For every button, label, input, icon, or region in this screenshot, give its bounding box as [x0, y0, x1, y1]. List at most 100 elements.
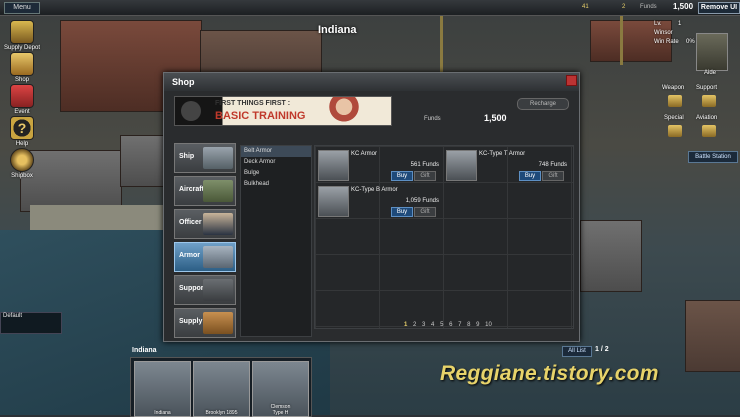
- fleet-bar: Indiana Brooklyn 1895 Clemson Type H: [130, 357, 312, 417]
- category-list: Ship Aircraft Officer Armor Support Supp…: [174, 143, 236, 338]
- basic-training-banner[interactable]: FIRST THINGS FIRST : BASIC TRAINING: [174, 96, 392, 126]
- page-link[interactable]: 9: [476, 322, 479, 328]
- item-name: KC Armor: [351, 151, 378, 157]
- category-aircraft[interactable]: Aircraft: [174, 176, 236, 206]
- support-label: Support: [696, 85, 718, 91]
- resource-counter: 2: [622, 4, 626, 10]
- event-button[interactable]: Event: [2, 84, 42, 115]
- category-supply[interactable]: Supply: [174, 308, 236, 338]
- category-officer[interactable]: Officer: [174, 209, 236, 239]
- page-link[interactable]: 3: [422, 322, 425, 328]
- page-link[interactable]: 6: [449, 322, 452, 328]
- battleship-icon: [203, 147, 233, 169]
- category-label: Armor: [179, 252, 201, 259]
- watermark-text: Reggiane.tistory.com: [440, 362, 659, 385]
- armor-icon: [203, 246, 233, 268]
- armor-plate-icon: [318, 186, 349, 217]
- category-label: Ship: [179, 153, 195, 160]
- special-skill-icon[interactable]: [668, 125, 682, 137]
- menu-button[interactable]: Menu: [4, 2, 40, 14]
- ship-card[interactable]: Indiana: [134, 361, 191, 417]
- shipbox-button[interactable]: Shipbox: [2, 148, 42, 179]
- supply-crate-icon: [203, 312, 233, 334]
- mini-panel-label: Default: [3, 313, 23, 319]
- supply-depot-icon: [10, 20, 34, 44]
- funds-value: 1,500: [673, 2, 694, 11]
- shop-funds-value: 1,500: [484, 113, 507, 123]
- support-icon: [203, 279, 233, 301]
- event-label: Event: [14, 109, 30, 115]
- fleet-label: Indiana: [132, 347, 157, 354]
- shop-item: KC Armor 561 Funds Buy Gift: [317, 148, 441, 182]
- shop-funds-label: Funds: [424, 116, 441, 122]
- page-link[interactable]: 10: [485, 322, 492, 328]
- buy-button[interactable]: Buy: [391, 171, 413, 181]
- subcategory-belt-armor[interactable]: Belt Armor: [241, 146, 311, 157]
- ship-card-name: Indiana: [154, 410, 171, 416]
- shop-window: Shop FIRST THINGS FIRST : BASIC TRAINING…: [163, 72, 580, 342]
- category-armor[interactable]: Armor: [174, 242, 236, 272]
- shop-bag-icon: [10, 52, 34, 76]
- fleet-page-indicator: 1 / 2: [595, 346, 609, 353]
- page-link[interactable]: 1: [404, 322, 407, 328]
- weapon-label: Weapon: [662, 85, 685, 91]
- close-icon[interactable]: [566, 75, 577, 86]
- battle-station-button[interactable]: Battle Station: [688, 151, 738, 163]
- shipbox-label: Shipbox: [11, 173, 33, 179]
- page-link[interactable]: 4: [431, 322, 434, 328]
- pier: [30, 205, 170, 230]
- category-label: Support: [179, 285, 206, 292]
- win-rate-value: 0%: [686, 39, 695, 45]
- gift-icon: [10, 84, 34, 108]
- win-rate-label: Win Rate: [654, 39, 679, 45]
- pinup-illustration: [320, 97, 380, 125]
- funds-label: Funds: [640, 4, 657, 10]
- recharge-button[interactable]: Recharge: [517, 98, 569, 110]
- aircraft-icon: [203, 180, 233, 202]
- help-icon: ?: [10, 116, 34, 140]
- category-label: Officer: [179, 219, 202, 226]
- category-ship[interactable]: Ship: [174, 143, 236, 173]
- corner-building: [685, 300, 740, 372]
- weapon-skill-icon[interactable]: [668, 95, 682, 107]
- aide-portrait[interactable]: [696, 33, 728, 71]
- page-link[interactable]: 7: [458, 322, 461, 328]
- armor-plate-icon: [318, 150, 349, 181]
- commander-panel: Lv. 1 Winsor Win Rate 0% Aide Weapon Sup…: [650, 15, 740, 165]
- help-button[interactable]: ? Help: [2, 116, 42, 147]
- support-skill-icon[interactable]: [702, 95, 716, 107]
- buy-button[interactable]: Buy: [519, 171, 541, 181]
- all-list-button[interactable]: All List: [562, 346, 592, 357]
- buy-button[interactable]: Buy: [391, 207, 413, 217]
- level-value: 1: [678, 21, 682, 27]
- aviation-skill-icon[interactable]: [702, 125, 716, 137]
- ship-card[interactable]: Clemson Type H: [252, 361, 309, 417]
- gift-button[interactable]: Gift: [414, 171, 436, 181]
- gift-button[interactable]: Gift: [542, 171, 564, 181]
- fleet-mini-panel[interactable]: Default: [0, 312, 62, 334]
- ship-wheel-icon: [10, 148, 34, 172]
- page-link[interactable]: 5: [440, 322, 443, 328]
- page-link[interactable]: 8: [467, 322, 470, 328]
- shop-button[interactable]: Shop: [2, 52, 42, 83]
- remove-ui-button[interactable]: Remove UI: [698, 2, 740, 14]
- ship-card[interactable]: Brooklyn 1895: [193, 361, 250, 417]
- banner-line2: BASIC TRAINING: [215, 110, 306, 122]
- subcategory-deck-armor[interactable]: Deck Armor: [241, 157, 311, 168]
- special-label: Special: [664, 115, 684, 121]
- supply-depot-button[interactable]: Supply Depot: [2, 20, 42, 51]
- armor-plate-icon: [446, 150, 477, 181]
- subcategory-bulge[interactable]: Bulge: [241, 168, 311, 179]
- page-link[interactable]: 2: [413, 322, 416, 328]
- shop-item: KC-Type B Armor 1,059 Funds Buy Gift: [317, 184, 441, 218]
- level-label: Lv.: [654, 21, 662, 27]
- item-name: KC-Type T Armor: [479, 151, 526, 157]
- shop-label: Shop: [14, 77, 29, 83]
- resource-counter: 41: [582, 4, 589, 10]
- item-price: 1,059 Funds: [405, 198, 439, 204]
- category-label: Supply: [179, 318, 203, 325]
- gift-button[interactable]: Gift: [414, 207, 436, 217]
- item-price: 561 Funds: [410, 162, 439, 168]
- subcategory-bulkhead[interactable]: Bulkhead: [241, 179, 311, 190]
- category-support[interactable]: Support: [174, 275, 236, 305]
